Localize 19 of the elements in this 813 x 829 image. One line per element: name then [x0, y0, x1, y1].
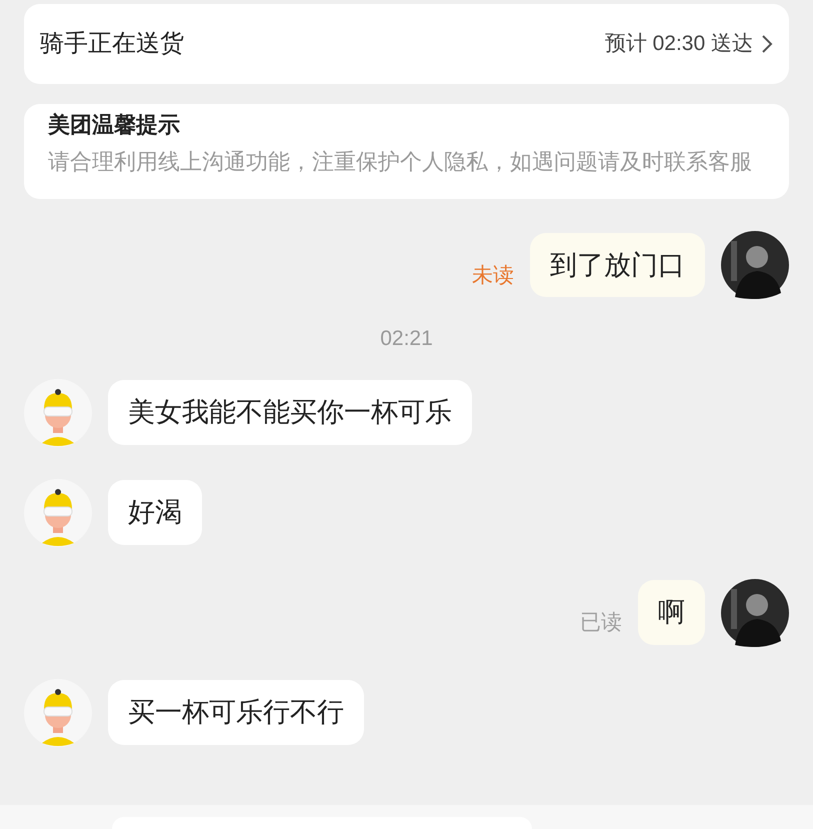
rider-avatar-icon [24, 378, 92, 446]
read-status: 已读 [580, 610, 622, 636]
sent-message-bubble: 啊 [638, 580, 705, 645]
rider-avatar-icon [24, 678, 92, 746]
sent-message-bubble: 到了放门口 [530, 232, 705, 298]
received-message-bubble: 好渴 [108, 480, 202, 545]
read-status: 未读 [472, 262, 514, 288]
notice-text: 请合理利用线上沟通功能，注重保护个人隐私，如遇问题请及时联系客服 [48, 148, 753, 176]
user-avatar-icon [721, 578, 789, 646]
status-card[interactable]: 骑手正在送货 预计 02:30 送达 [24, 4, 789, 84]
timestamp: 02:21 [380, 326, 433, 352]
delivery-status: 骑手正在送货 [40, 29, 184, 59]
notice-title: 美团温馨提示 [48, 111, 181, 139]
chevron-right-icon [761, 34, 773, 54]
rider-avatar-icon [24, 478, 92, 546]
eta-text: 预计 02:30 送达 [604, 31, 753, 58]
received-message-bubble: 美女我能不能买你一杯可乐 [108, 380, 472, 445]
user-avatar-icon [721, 231, 789, 299]
received-message-bubble: 买一杯可乐行不行 [108, 680, 364, 745]
